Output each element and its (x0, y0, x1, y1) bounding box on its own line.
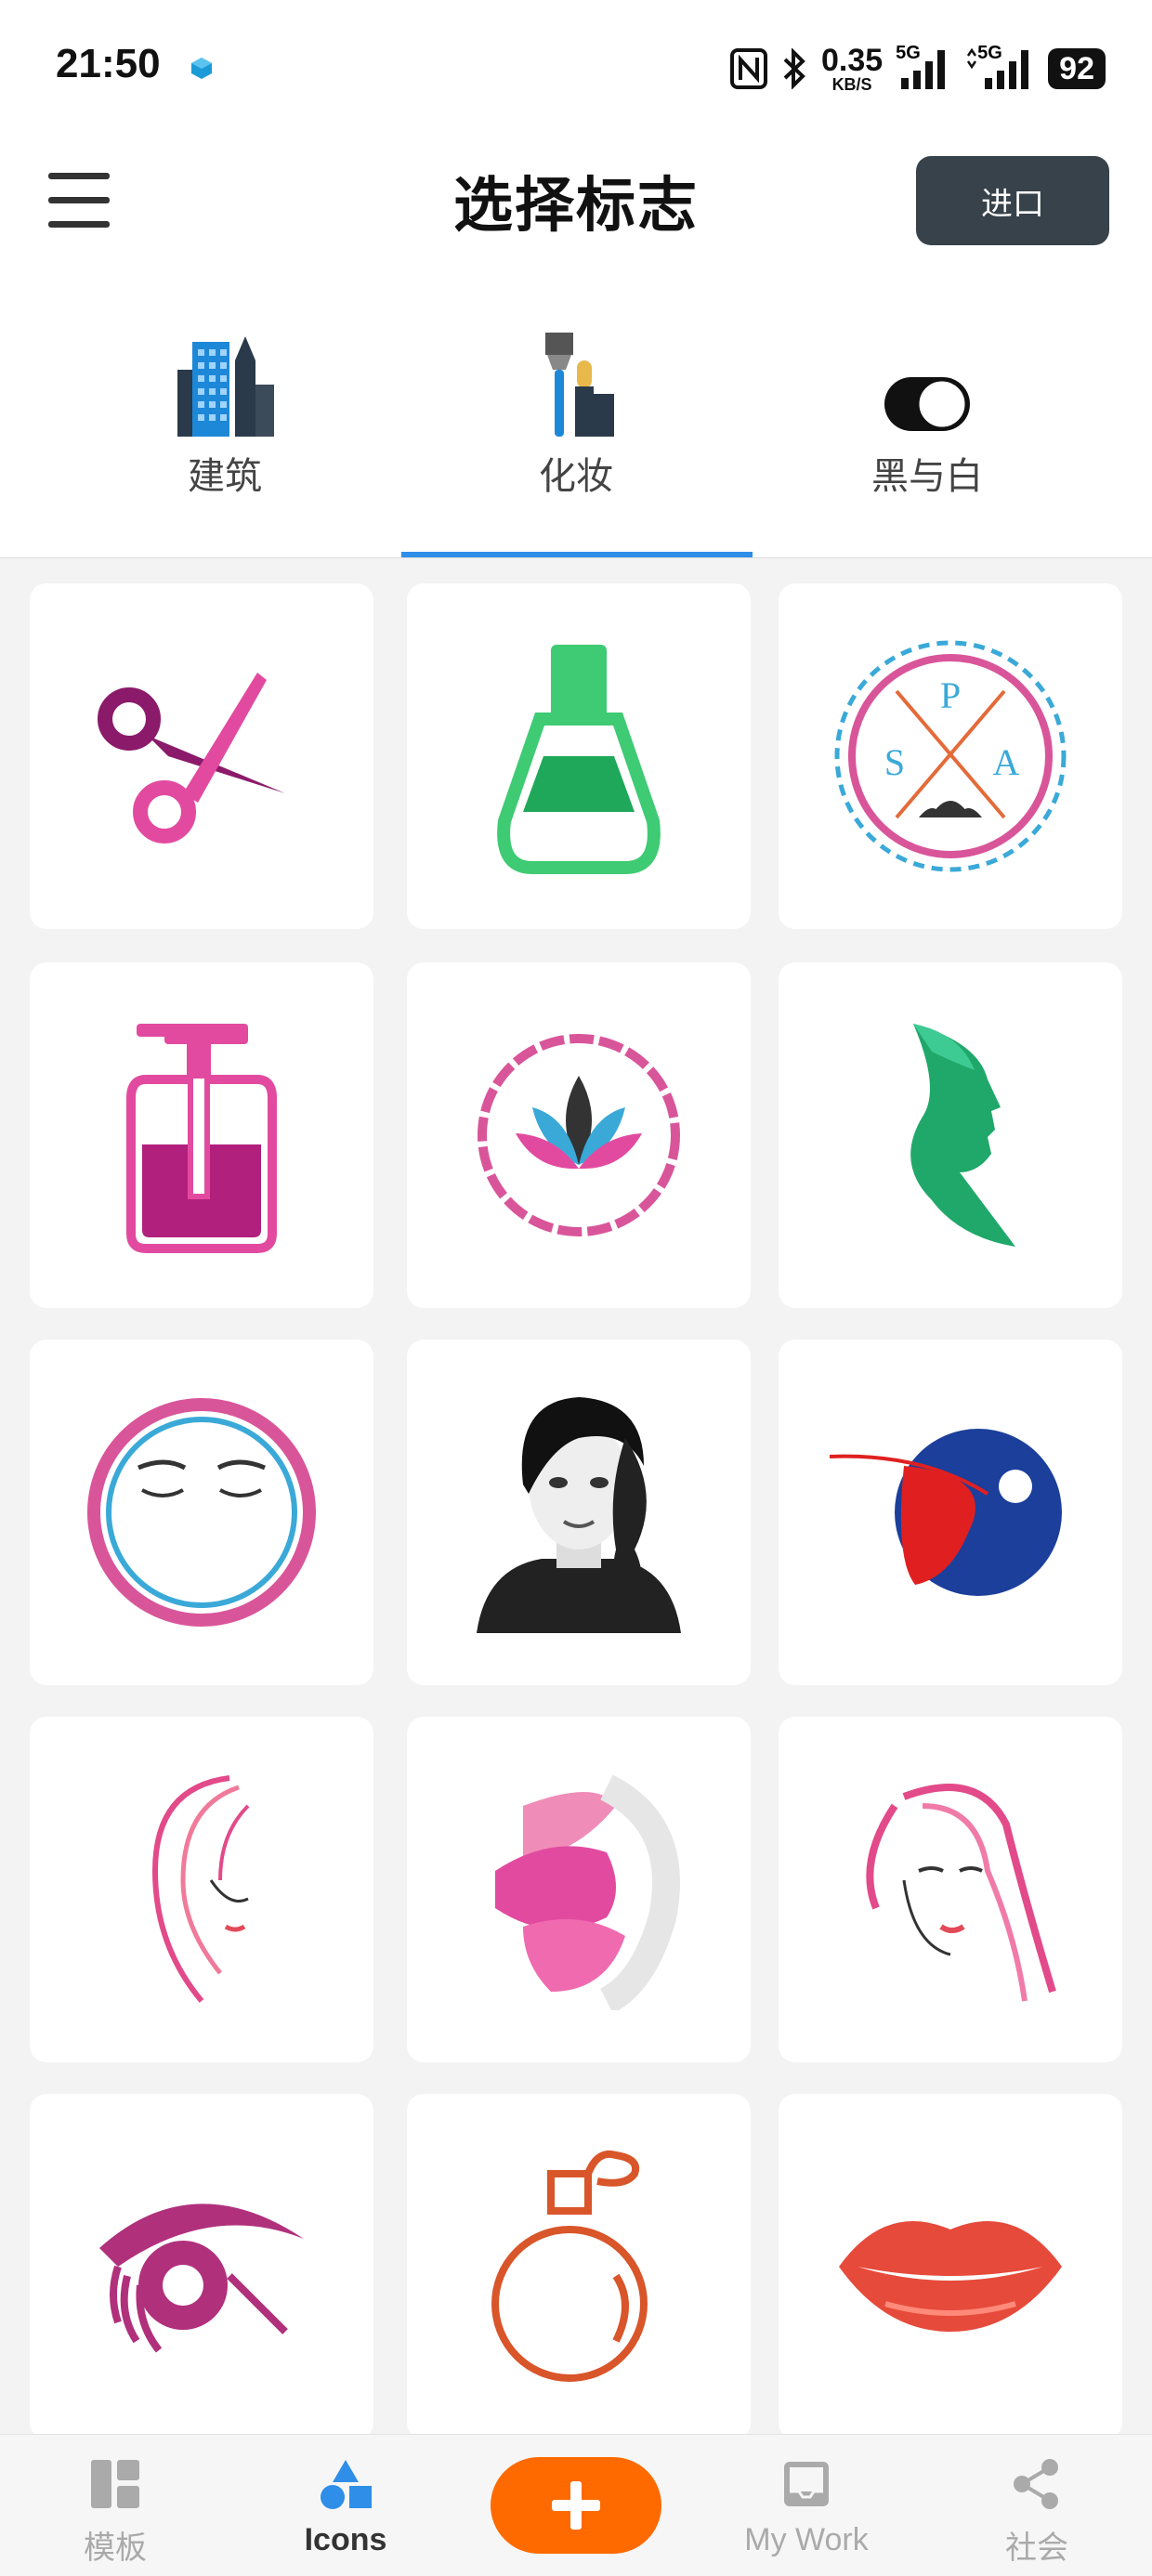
soap-dispenser-logo[interactable] (30, 962, 373, 1308)
battery-indicator: 92 (1048, 48, 1106, 89)
spa-letter-s: S (884, 741, 905, 783)
category-tabs: 建筑 化妆 黑与白 (0, 269, 1152, 558)
tab-label: 黑与白 (871, 456, 983, 497)
pink-hair-woman-icon (866, 1784, 1056, 2002)
scissors-icon (98, 673, 285, 843)
spa-badge-icon: P S A (834, 640, 1067, 872)
spa-letter-p: P (940, 674, 961, 716)
pink-hair-woman-logo[interactable] (779, 1717, 1122, 2062)
hair-line-woman-logo[interactable] (30, 1717, 373, 2062)
black-white-toggle-icon (884, 377, 970, 431)
nail-polish-icon (497, 645, 661, 874)
buildings-icon (177, 336, 274, 437)
hair-woman-icon (151, 1775, 250, 2003)
perfume-bottle-icon (491, 2151, 648, 2382)
inbox-icon (784, 2462, 829, 2506)
face-profile-icon (910, 1024, 1015, 1247)
plus-icon (552, 2481, 600, 2530)
green-face-profile-logo[interactable] (779, 962, 1122, 1308)
status-bar: 21:50 0.35 KB/S 5G 5G 92 (0, 0, 1152, 130)
template-icon (91, 2460, 139, 2508)
eyelash-logo[interactable] (30, 2094, 373, 2439)
net-speed: 0.35 KB/S (821, 45, 883, 93)
swoosh-ball-icon (830, 1429, 1062, 1596)
swoosh-ball-logo[interactable] (779, 1340, 1122, 1685)
woman-portrait-icon (477, 1397, 681, 1633)
signal-bars-icon (901, 50, 946, 89)
app-bar: 选择标志 进口 (0, 130, 1152, 269)
active-tab-indicator (401, 552, 753, 557)
net-speed-unit: KB/S (831, 75, 872, 94)
nav-social[interactable]: 社会 (944, 2444, 1130, 2574)
lips-logo[interactable] (779, 2094, 1122, 2439)
nav-my-work[interactable]: My Work (713, 2444, 899, 2574)
spa-badge-logo[interactable]: P S A (779, 583, 1122, 929)
spa-letter-a: A (993, 741, 1020, 783)
nav-templates[interactable]: 模板 (22, 2444, 208, 2574)
tab-black-white[interactable]: 黑与白 (751, 269, 1104, 557)
nav-label: My Work (744, 2522, 869, 2557)
app-notification-icon (191, 58, 212, 79)
lotus-logo[interactable] (407, 962, 751, 1308)
lips-icon (839, 2221, 1062, 2332)
perfume-bottle-logo[interactable] (407, 2094, 751, 2439)
pink-faces-icon (495, 1774, 680, 2010)
signal-2: 5G (964, 43, 1035, 91)
nav-icons[interactable]: Icons (253, 2444, 439, 2574)
signal-1: 5G (896, 43, 951, 91)
add-button[interactable] (491, 2457, 661, 2554)
nav-label: 模板 (84, 2530, 147, 2566)
pink-faces-logo[interactable] (407, 1717, 751, 2062)
tab-makeup[interactable]: 化妆 (399, 269, 753, 557)
share-icon (1014, 2459, 1058, 2509)
soap-dispenser-icon (126, 1024, 277, 1253)
nav-label: 社会 (1005, 2530, 1068, 2566)
shapes-icon (321, 2460, 372, 2509)
braided-woman-logo[interactable] (407, 1340, 751, 1685)
net-speed-value: 0.35 (820, 43, 884, 78)
bluetooth-icon (783, 48, 805, 89)
signal-bars-icon (967, 47, 1029, 89)
import-button[interactable]: 进口 (916, 156, 1109, 245)
closed-eyes-circle-logo[interactable] (30, 1340, 373, 1685)
nfc-icon (729, 48, 767, 89)
bottom-navigation: 模板 Icons My Work 社会 (0, 2434, 1152, 2576)
lotus-icon (478, 1034, 680, 1236)
tab-label: 化妆 (539, 456, 613, 497)
nav-label: Icons (304, 2522, 387, 2557)
closed-eyes-icon (87, 1398, 316, 1627)
makeup-icon (545, 333, 614, 437)
eyelash-icon (99, 2203, 304, 2353)
tab-label: 建筑 (188, 456, 262, 497)
tab-buildings[interactable]: 建筑 (48, 269, 401, 557)
nail-polish-logo[interactable] (407, 583, 751, 929)
scissors-logo[interactable] (30, 583, 373, 929)
status-time: 21:50 (56, 41, 161, 86)
